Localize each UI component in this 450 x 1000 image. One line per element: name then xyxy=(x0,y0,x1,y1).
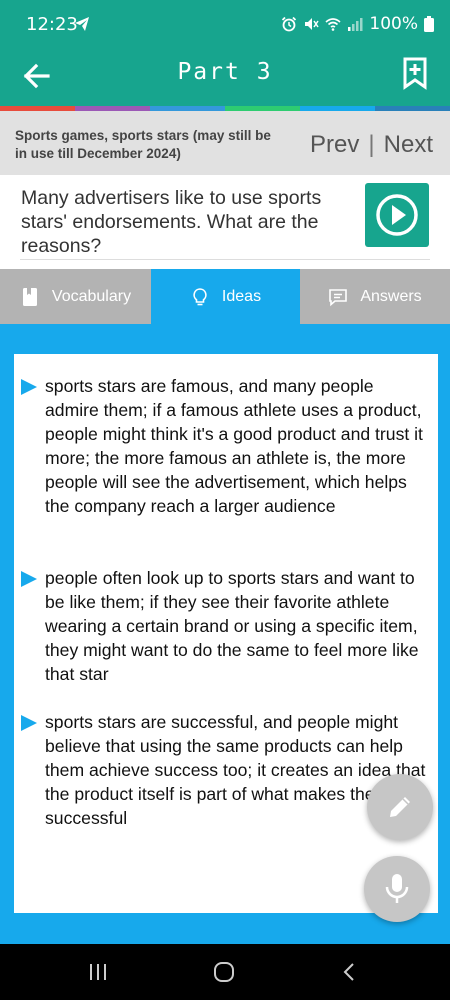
recents-icon[interactable] xyxy=(86,961,110,983)
tab-answers-label: Answers xyxy=(360,287,422,305)
mute-icon xyxy=(305,18,320,30)
nav-separator: | xyxy=(368,131,375,158)
tab-bar: Vocabulary Ideas Answers xyxy=(0,269,450,324)
back-icon[interactable] xyxy=(338,961,362,983)
pencil-icon xyxy=(390,797,410,817)
tab-ideas-label: Ideas xyxy=(221,287,262,305)
list-item: people often look up to sports stars and… xyxy=(20,566,430,686)
question-divider xyxy=(20,259,430,260)
battery-percent: 100% xyxy=(369,14,418,34)
chat-icon xyxy=(329,288,348,306)
idea-text: people often look up to sports stars and… xyxy=(45,568,419,684)
tab-answers[interactable]: Answers xyxy=(300,269,450,324)
status-icons: 100% xyxy=(281,14,434,34)
ideas-card: sports stars are famous, and many people… xyxy=(14,354,438,913)
app-bar: Part 3 xyxy=(0,50,450,108)
tab-vocabulary-label: Vocabulary xyxy=(51,287,132,305)
ideas-content: sports stars are famous, and many people… xyxy=(0,324,450,944)
system-navigation-bar xyxy=(0,944,450,1000)
record-voice-button[interactable] xyxy=(364,856,430,922)
tab-ideas[interactable]: Ideas xyxy=(151,269,300,324)
bookmark-add-icon[interactable] xyxy=(400,56,430,90)
page-title: Part 3 xyxy=(177,59,273,85)
bullet-arrow-icon xyxy=(21,715,37,731)
bullet-arrow-icon xyxy=(21,379,37,395)
edit-note-button[interactable] xyxy=(367,774,433,840)
signal-icon xyxy=(348,18,363,31)
question-panel: Many advertisers like to use sports star… xyxy=(0,175,450,269)
play-audio-button[interactable] xyxy=(365,183,429,247)
battery-icon xyxy=(424,16,434,32)
question-navigation: Prev | Next xyxy=(310,131,433,159)
telegram-icon xyxy=(75,17,89,31)
status-bar: 12:23 100% xyxy=(0,0,450,50)
topic-title: Sports games, sports stars (may still be… xyxy=(15,128,271,161)
bullet-arrow-icon xyxy=(21,571,37,587)
next-button[interactable]: Next xyxy=(384,131,433,159)
status-time: 12:23 xyxy=(26,14,78,35)
tab-vocabulary[interactable]: Vocabulary xyxy=(0,269,151,324)
wifi-icon xyxy=(325,18,341,31)
topic-header: Sports games, sports stars (may still be… xyxy=(0,111,450,175)
question-text: Many advertisers like to use sports star… xyxy=(21,187,322,257)
home-icon[interactable] xyxy=(212,961,236,983)
alarm-icon xyxy=(282,16,297,32)
prev-button[interactable]: Prev xyxy=(310,131,359,159)
lightbulb-icon xyxy=(193,287,207,305)
play-circle-icon xyxy=(376,194,418,236)
book-icon xyxy=(22,287,37,306)
list-item: sports stars are famous, and many people… xyxy=(20,374,430,518)
microphone-icon xyxy=(385,874,409,903)
idea-text: sports stars are famous, and many people… xyxy=(45,376,423,516)
back-arrow-icon[interactable] xyxy=(18,58,54,94)
